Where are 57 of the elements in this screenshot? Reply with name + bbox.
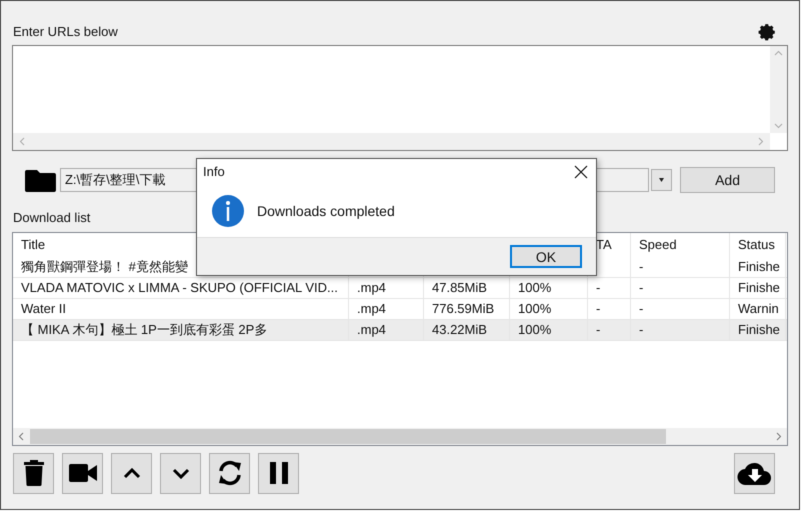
- table-cell-text: -: [639, 278, 644, 297]
- settings-icon[interactable]: [757, 22, 777, 42]
- column-header[interactable]: Speed: [639, 234, 677, 254]
- caret-down-icon: [659, 178, 664, 182]
- close-icon[interactable]: [574, 165, 588, 179]
- move-up-button[interactable]: [111, 452, 152, 494]
- table-cell-text: VLADA MATOVIC x LIMMA - SKUPO (OFFICIAL VID...: [21, 278, 338, 297]
- chevron-down-icon: [172, 468, 190, 478]
- ok-button[interactable]: OK: [510, 245, 582, 268]
- table-cell-text: -: [639, 258, 644, 276]
- column-header[interactable]: Status: [738, 234, 775, 254]
- download-button[interactable]: [734, 452, 775, 494]
- table-cell-text: 100%: [518, 300, 552, 318]
- folder-icon[interactable]: [25, 168, 56, 192]
- table-cell-text: -: [639, 300, 644, 318]
- table-row[interactable]: VLADA MATOVIC x LIMMA - SKUPO (OFFICIAL VID... .mp4 47.85MiB 100% - - Finishe: [13, 278, 787, 298]
- table-cell-text: 100%: [518, 278, 552, 297]
- section-label: Download list: [13, 210, 90, 225]
- table-cell-text: 獨角獸鋼彈登場！ #竟然能變: [21, 258, 188, 276]
- table-cell-text: -: [596, 300, 600, 318]
- table-cell-text: 【 MIKA 木句】極土 1P一到底有彩蛋 2P多: [21, 320, 268, 339]
- move-down-button[interactable]: [160, 452, 201, 494]
- table-cell-text: 776.59MiB: [432, 300, 494, 318]
- dropdown-button[interactable]: [651, 169, 672, 191]
- table-cell-text: 47.85MiB: [432, 278, 487, 297]
- table-cell-text: Finishe: [738, 258, 780, 276]
- field-label: Enter URLs below: [13, 23, 118, 42]
- table-cell-text: .mp4: [357, 320, 386, 339]
- chevron-up-icon: [122, 468, 140, 478]
- table-cell-text: Water II: [21, 300, 66, 318]
- video-button[interactable]: [62, 452, 103, 494]
- column-header[interactable]: TA: [596, 234, 612, 254]
- table-cell-text: -: [596, 278, 600, 297]
- table-cell-text: .mp4: [357, 300, 386, 318]
- scrollbar-thumb[interactable]: [30, 428, 666, 444]
- delete-button[interactable]: [13, 452, 54, 494]
- table-cell-text: Finishe: [738, 278, 780, 297]
- video-camera-icon: [68, 464, 96, 482]
- table-cell-text: 100%: [518, 320, 552, 339]
- table-cell-text: Finishe: [738, 320, 780, 339]
- table-cell-text: -: [639, 320, 644, 339]
- table-cell-text: Warnin: [738, 300, 779, 318]
- add-button[interactable]: Add: [680, 167, 775, 193]
- pause-button[interactable]: [258, 452, 299, 494]
- pause-icon: [270, 462, 288, 484]
- cloud-download-icon: [736, 460, 772, 486]
- table-cell-text: .mp4: [357, 278, 386, 297]
- refresh-button[interactable]: [209, 452, 250, 494]
- dialog-title: Info: [203, 163, 225, 182]
- table-row[interactable]: 【 MIKA 木句】極土 1P一到底有彩蛋 2P多 .mp4 43.22MiB 100% - - Finishe: [13, 320, 787, 340]
- info-icon: [211, 194, 245, 228]
- table-cell-text: -: [596, 320, 600, 339]
- trash-icon: [24, 460, 44, 486]
- table-cell-text: 43.22MiB: [432, 320, 487, 339]
- column-header[interactable]: Title: [21, 234, 46, 254]
- table-row[interactable]: Water II .mp4 776.59MiB 100% - - Warnin: [13, 298, 787, 320]
- dialog-message: Downloads completed: [257, 202, 395, 221]
